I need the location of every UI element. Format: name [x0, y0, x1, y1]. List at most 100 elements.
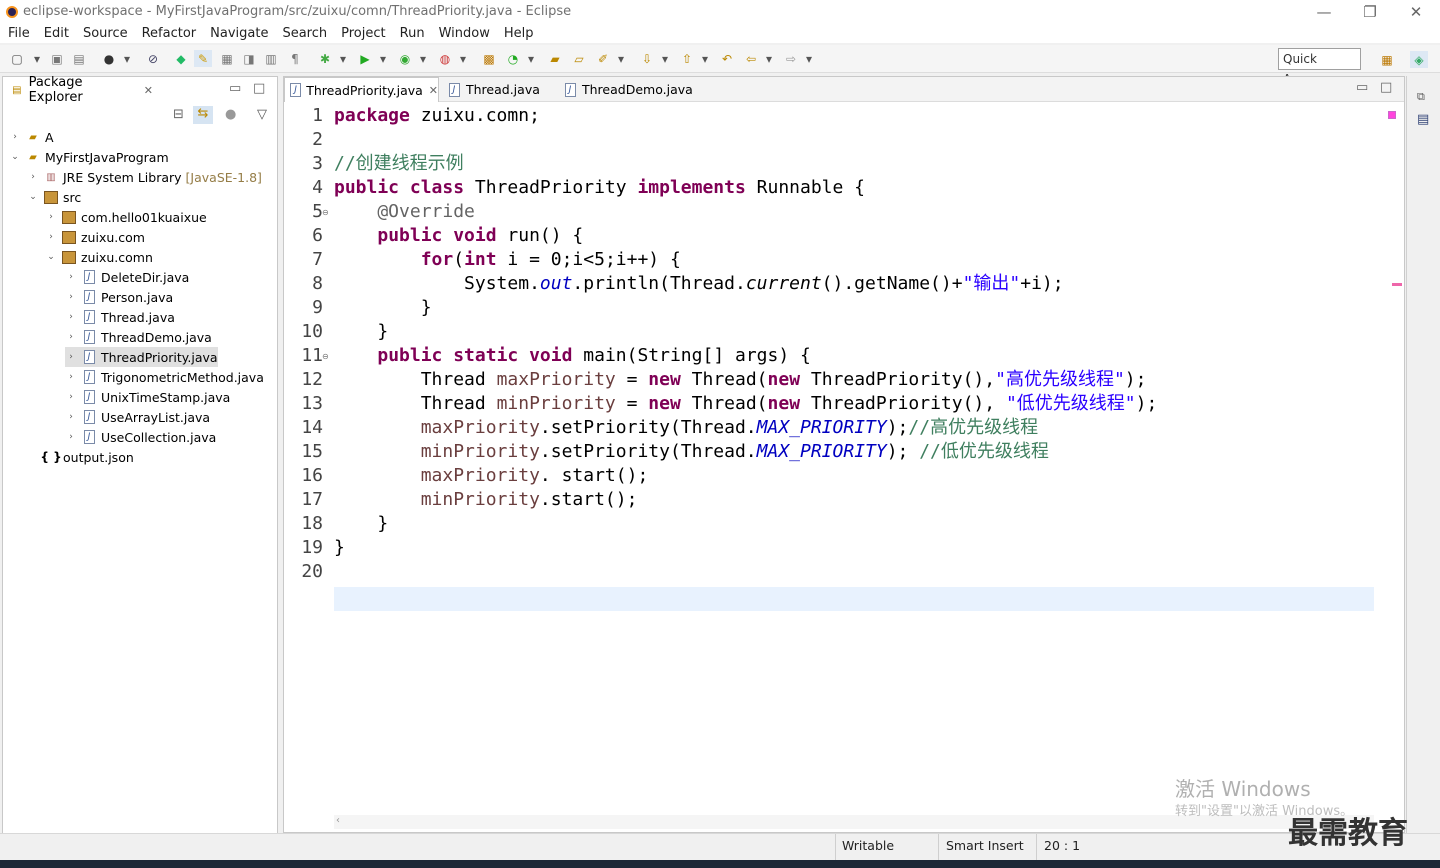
previous-edit-icon[interactable]: ⇧ — [678, 50, 696, 67]
tab-threaddemo-java[interactable]: J ThreadDemo.java — [558, 77, 698, 102]
chevron-down-icon[interactable]: ▾ — [522, 50, 540, 67]
search-icon[interactable]: ✐ — [594, 50, 612, 67]
next-annotation-icon[interactable]: ▦ — [218, 50, 236, 67]
tree-item-zuixu-com[interactable]: › zuixu.com — [45, 227, 145, 247]
expand-icon[interactable]: › — [65, 372, 77, 382]
menu-help[interactable]: Help — [504, 26, 534, 41]
tree-item-threadpriority-java[interactable]: › J ThreadPriority.java — [65, 347, 218, 367]
external-tools-icon[interactable]: ◍ — [436, 50, 454, 67]
new-icon[interactable]: ▢ — [8, 50, 26, 67]
skip-breakpoints-icon[interactable]: ⊘ — [144, 50, 162, 67]
open-perspective-icon[interactable]: ▦ — [1378, 51, 1396, 68]
outline-view-icon[interactable]: ▤ — [1417, 112, 1429, 127]
chevron-down-icon[interactable]: ▾ — [374, 50, 392, 67]
collapse-icon[interactable]: ⌄ — [9, 152, 21, 162]
chevron-down-icon[interactable]: ▾ — [414, 50, 432, 67]
expand-icon[interactable]: › — [65, 352, 77, 362]
overview-marker[interactable] — [1388, 111, 1396, 119]
tree-item-jre-system-library[interactable]: › ▥ JRE System Library [JavaSE-1.8] — [27, 167, 262, 187]
tree-item-thread-java[interactable]: › J Thread.java — [65, 307, 175, 327]
code-text[interactable]: package zuixu.comn; //创建线程示例 public clas… — [334, 104, 1374, 814]
expand-icon[interactable]: › — [65, 392, 77, 402]
collapse-icon[interactable]: ⌄ — [45, 252, 57, 262]
menu-file[interactable]: File — [8, 26, 30, 41]
new-class-icon[interactable]: ◔ — [504, 50, 522, 67]
chevron-down-icon[interactable]: ▾ — [118, 50, 136, 67]
fold-collapse-icon[interactable]: ⊖ — [322, 352, 329, 361]
tree-item-usecollection-java[interactable]: › J UseCollection.java — [65, 427, 216, 447]
link-with-editor-icon[interactable]: ⇆ — [193, 106, 213, 124]
forward-icon[interactable]: ⇨ — [782, 50, 800, 67]
open-type-icon[interactable]: ◆ — [172, 50, 190, 67]
tree-item-output-json[interactable]: { } output.json — [27, 447, 133, 467]
tree-item-zuixu-comn[interactable]: ⌄ zuixu.comn — [45, 247, 153, 267]
minimize-view-icon[interactable]: ▭ — [229, 81, 241, 96]
chevron-down-icon[interactable]: ▾ — [612, 50, 630, 67]
expand-icon[interactable]: › — [65, 312, 77, 322]
back-icon[interactable]: ⇦ — [742, 50, 760, 67]
expand-icon[interactable]: › — [65, 412, 77, 422]
close-button[interactable]: ✕ — [1393, 0, 1439, 23]
chevron-down-icon[interactable]: ▾ — [696, 50, 714, 67]
minimize-button[interactable]: — — [1301, 0, 1347, 23]
close-view-icon[interactable]: ✕ — [144, 84, 153, 97]
toggle-block-icon[interactable]: ▥ — [262, 50, 280, 67]
quick-access-field[interactable]: Quick Access — [1278, 48, 1361, 86]
expand-icon[interactable]: › — [9, 132, 21, 142]
chevron-down-icon[interactable]: ▾ — [28, 50, 46, 67]
tab-threadpriority-java[interactable]: J ThreadPriority.java ✕ — [284, 77, 439, 102]
save-icon[interactable]: ▣ — [48, 50, 66, 67]
chevron-down-icon[interactable]: ▾ — [760, 50, 778, 67]
tree-item-person-java[interactable]: › J Person.java — [65, 287, 173, 307]
fold-collapse-icon[interactable]: ⊖ — [322, 208, 329, 217]
chevron-down-icon[interactable]: ▾ — [454, 50, 472, 67]
tree-item-deletedir-java[interactable]: › J DeleteDir.java — [65, 267, 189, 287]
expand-icon[interactable]: › — [65, 292, 77, 302]
open-task-icon[interactable]: ▱ — [570, 50, 588, 67]
annotation-icon[interactable]: ◨ — [240, 50, 258, 67]
expand-icon[interactable]: › — [45, 232, 57, 242]
package-explorer-tab[interactable]: ▤ Package Explorer ✕ — [3, 75, 153, 105]
collapse-all-icon[interactable]: ⊟ — [173, 107, 184, 122]
tree-item-threaddemo-java[interactable]: › J ThreadDemo.java — [65, 327, 212, 347]
profile-icon[interactable]: ● — [100, 50, 118, 67]
expand-icon[interactable]: › — [27, 172, 39, 182]
expand-icon[interactable]: › — [65, 332, 77, 342]
coverage-icon[interactable]: ◉ — [396, 50, 414, 67]
maximize-view-icon[interactable]: □ — [253, 81, 265, 96]
run-icon[interactable]: ▶ — [356, 50, 374, 67]
chevron-down-icon[interactable]: ▾ — [800, 50, 818, 67]
java-perspective-icon[interactable]: ◈ — [1410, 51, 1428, 68]
open-folder-icon[interactable]: ▰ — [546, 50, 564, 67]
restore-button[interactable]: ❐ — [1347, 0, 1393, 23]
show-whitespace-icon[interactable]: ¶ — [286, 50, 304, 67]
chevron-down-icon[interactable]: ▾ — [334, 50, 352, 67]
expand-icon[interactable]: › — [45, 212, 57, 222]
menu-refactor[interactable]: Refactor — [142, 26, 197, 41]
last-edit-location-icon[interactable]: ↶ — [718, 50, 736, 67]
view-menu-icon[interactable]: ▽ — [257, 107, 267, 122]
mark-occurrences-icon[interactable]: ✎ — [194, 50, 212, 67]
tree-item-src[interactable]: ⌄ src — [27, 187, 81, 207]
tree-item-com-hello01kuaixue[interactable]: › com.hello01kuaixue — [45, 207, 207, 227]
restore-view-icon[interactable]: ⧉ — [1417, 90, 1425, 104]
new-java-project-icon[interactable]: ▩ — [480, 50, 498, 67]
collapse-icon[interactable]: ⌄ — [27, 192, 39, 202]
menu-search[interactable]: Search — [282, 26, 327, 41]
menu-run[interactable]: Run — [400, 26, 425, 41]
menu-navigate[interactable]: Navigate — [210, 26, 268, 41]
tab-thread-java[interactable]: J Thread.java — [442, 77, 552, 102]
menu-project[interactable]: Project — [341, 26, 385, 41]
tree-item-trigonometricmethod-java[interactable]: › J TrigonometricMethod.java — [65, 367, 264, 387]
tree-item-usearraylist-java[interactable]: › J UseArrayList.java — [65, 407, 210, 427]
menu-source[interactable]: Source — [83, 26, 128, 41]
debug-icon[interactable]: ✱ — [316, 50, 334, 67]
tree-item-myfirstjavaprogram[interactable]: ⌄ ▰ MyFirstJavaProgram — [9, 147, 168, 167]
maximize-editor-icon[interactable]: □ — [1380, 80, 1392, 95]
minimize-editor-icon[interactable]: ▭ — [1356, 80, 1368, 95]
next-edit-icon[interactable]: ⇩ — [638, 50, 656, 67]
expand-icon[interactable]: › — [65, 432, 77, 442]
overview-marker[interactable] — [1392, 283, 1402, 286]
close-tab-icon[interactable]: ✕ — [429, 84, 438, 97]
menu-edit[interactable]: Edit — [44, 26, 69, 41]
